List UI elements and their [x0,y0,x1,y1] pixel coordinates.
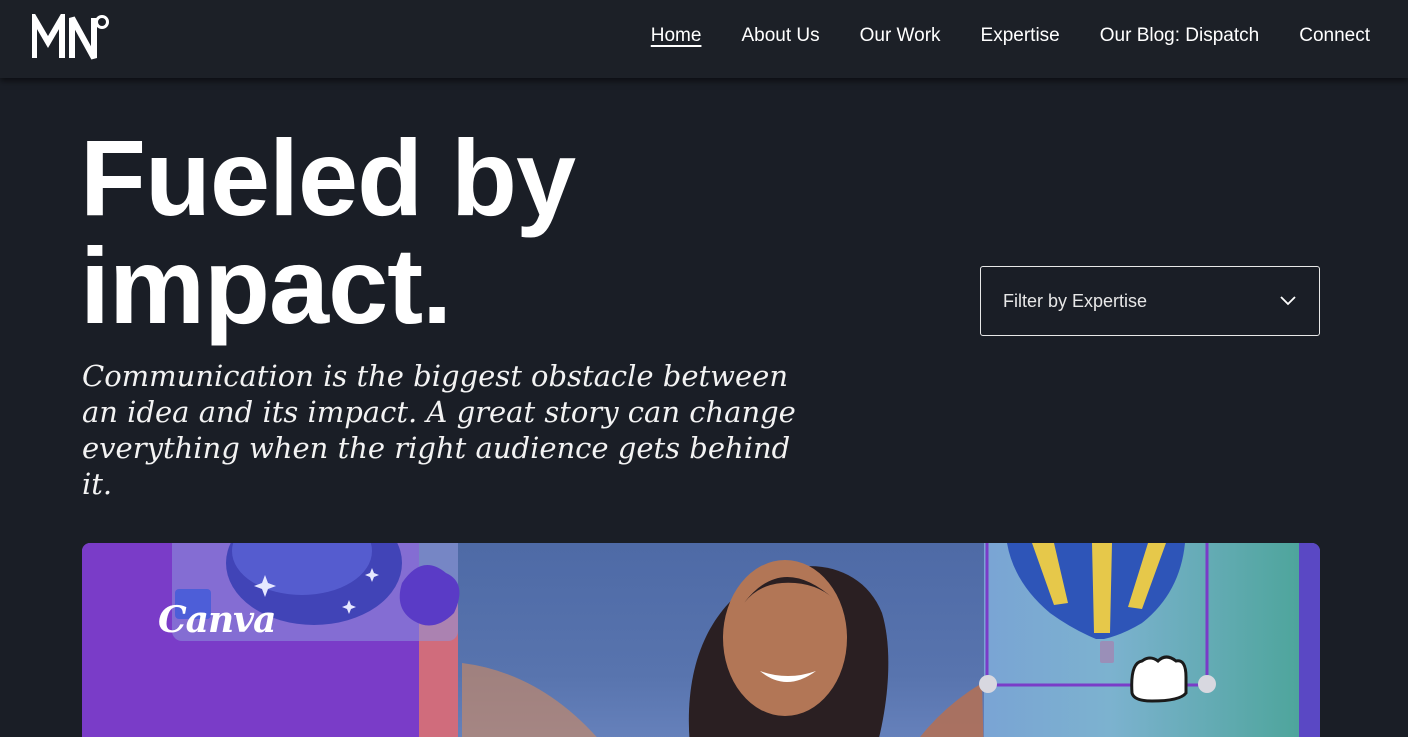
feature-card-canva[interactable]: Canva [82,543,1320,737]
logo[interactable] [32,14,112,60]
filter-by-expertise-dropdown[interactable]: Filter by Expertise [980,266,1320,336]
nav-home[interactable]: Home [651,25,702,47]
nav-expertise[interactable]: Expertise [981,25,1060,47]
nav-about-us[interactable]: About Us [741,25,819,47]
hero-subhead: Communication is the biggest obstacle be… [82,359,796,501]
filter-label: Filter by Expertise [1003,290,1148,311]
main-nav: Home About Us Our Work Expertise Our Blo… [651,0,1370,72]
chevron-down-icon [1280,296,1296,306]
headline-line-2: impact. [80,225,452,346]
nav-our-work[interactable]: Our Work [860,25,941,47]
site-header: Home About Us Our Work Expertise Our Blo… [0,0,1408,78]
nav-blog-dispatch[interactable]: Our Blog: Dispatch [1100,25,1259,47]
canva-logo: Canva [158,599,276,641]
hero-headline: Fueled by impact. [80,124,780,340]
nav-connect[interactable]: Connect [1299,25,1370,47]
headline-line-1: Fueled by [80,117,576,238]
